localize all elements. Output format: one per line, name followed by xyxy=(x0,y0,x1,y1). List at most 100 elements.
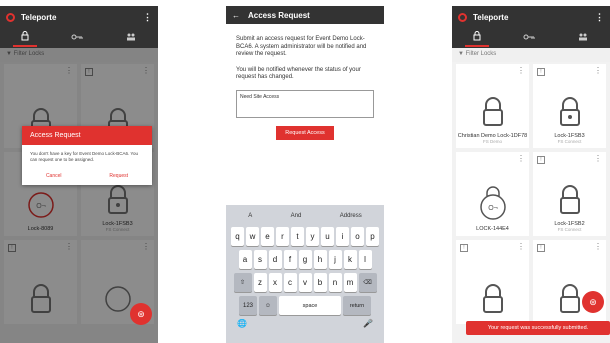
emoji-key[interactable]: ☺ xyxy=(259,296,277,315)
dialog-actions: Cancel Request xyxy=(22,169,152,185)
delete-key[interactable]: ⌫ xyxy=(358,273,377,292)
app-title: Teleporte xyxy=(473,12,509,22)
round-lock-icon: O¬ xyxy=(479,186,506,220)
microphone-icon[interactable]: 🎤 xyxy=(363,319,373,328)
key-row: a s d f g h j k l xyxy=(229,250,381,269)
lock-card[interactable]: ⋮ Christian Demo Lock-1DF78 FS Demo xyxy=(456,64,529,148)
key[interactable]: w xyxy=(246,227,259,246)
key[interactable]: r xyxy=(276,227,289,246)
teleporte-logo-icon xyxy=(458,12,467,22)
tab-users[interactable] xyxy=(117,31,145,45)
fab-button[interactable]: ⊛ xyxy=(130,303,152,325)
cancel-button[interactable]: Cancel xyxy=(46,173,62,179)
key[interactable]: b xyxy=(313,273,327,292)
users-icon xyxy=(579,33,587,41)
padlock-icon xyxy=(559,185,580,214)
screen-locks-after-submit: Teleporte ⋮ ▼ Filter Locks ⋮ Christian D… xyxy=(452,6,610,343)
fab-button[interactable]: ⊛ xyxy=(582,291,604,313)
key[interactable]: c xyxy=(283,273,297,292)
user-lock-icon: ⊛ xyxy=(137,309,145,319)
request-access-button[interactable]: Request Access xyxy=(276,125,334,140)
lock-card[interactable]: ! ⋮ Lock-1FSB3 FS Connect xyxy=(533,64,606,148)
key[interactable]: m xyxy=(343,273,357,292)
lock-subtitle: FS Demo xyxy=(482,139,502,144)
numbers-key[interactable]: 123 xyxy=(239,296,257,315)
space-key[interactable]: space xyxy=(279,296,341,315)
key[interactable]: f xyxy=(283,250,297,269)
key[interactable]: t xyxy=(291,227,304,246)
card-menu-icon[interactable]: ⋮ xyxy=(517,66,525,75)
key[interactable]: u xyxy=(321,227,334,246)
filter-locks-bar[interactable]: ▼ Filter Locks xyxy=(452,48,610,62)
screen-access-request-form: ← Access Request Submit an access reques… xyxy=(226,6,384,343)
tab-keys[interactable] xyxy=(63,31,91,45)
suggestion[interactable]: Address xyxy=(340,213,362,219)
key[interactable]: n xyxy=(328,273,342,292)
modal-overlay[interactable] xyxy=(0,48,158,343)
app-title: Teleporte xyxy=(21,12,57,22)
dialog-title: Access Request xyxy=(22,126,152,145)
padlock-icon xyxy=(559,284,580,313)
return-key[interactable]: return xyxy=(343,296,371,315)
card-menu-icon[interactable]: ⋮ xyxy=(594,242,602,251)
key[interactable]: o xyxy=(351,227,364,246)
key[interactable]: q xyxy=(231,227,244,246)
svg-text:O¬: O¬ xyxy=(488,205,498,212)
key[interactable]: g xyxy=(298,250,312,269)
overflow-menu-icon[interactable]: ⋮ xyxy=(595,12,604,23)
key[interactable]: a xyxy=(238,250,252,269)
key[interactable]: k xyxy=(343,250,357,269)
teleporte-logo-icon xyxy=(6,12,15,22)
lock-name: LOCK-144E4 xyxy=(476,226,509,232)
notification-paragraph: You will be notified whenever the status… xyxy=(236,66,361,81)
tab-locks[interactable] xyxy=(465,29,489,47)
tab-locks[interactable] xyxy=(13,29,37,47)
lock-card[interactable]: ! ⋮ xyxy=(456,240,529,324)
lock-subtitle: FS Connect xyxy=(557,227,582,232)
filter-placeholder: Filter Locks xyxy=(465,51,497,57)
key[interactable]: y xyxy=(306,227,319,246)
description-paragraph: Submit an access request for Event Demo … xyxy=(236,36,367,57)
dialog-body: You don't have a key for Event Demo Lock… xyxy=(30,151,139,162)
key[interactable]: e xyxy=(261,227,274,246)
lock-card[interactable]: ⋮ O¬ LOCK-144E4 xyxy=(456,152,529,236)
lock-icon xyxy=(473,31,481,41)
key[interactable]: p xyxy=(366,227,379,246)
request-reason-input[interactable]: Need Site Access xyxy=(236,89,374,118)
suggestion[interactable]: A xyxy=(248,213,252,219)
key[interactable]: s xyxy=(253,250,267,269)
tab-bar xyxy=(0,28,158,48)
globe-icon[interactable]: 🌐 xyxy=(237,319,247,328)
key-row: q w e r t y u i o p xyxy=(229,227,381,246)
card-menu-icon[interactable]: ⋮ xyxy=(517,154,525,163)
request-button[interactable]: Request xyxy=(109,173,128,179)
lock-card[interactable]: ! ⋮ Lock-1FSB2 FS Connect xyxy=(533,152,606,236)
lock-icon xyxy=(21,31,29,41)
tab-users[interactable] xyxy=(569,31,597,45)
key[interactable]: i xyxy=(336,227,349,246)
suggestion[interactable]: And xyxy=(291,213,302,219)
back-arrow-icon[interactable]: ← xyxy=(232,11,240,20)
card-menu-icon[interactable]: ⋮ xyxy=(594,154,602,163)
success-toast: Your request was successfully submitted. xyxy=(466,321,610,335)
key[interactable]: h xyxy=(313,250,327,269)
key-row: 123 ☺ space return xyxy=(229,296,381,315)
key[interactable]: j xyxy=(328,250,342,269)
shift-key[interactable]: ⇧ xyxy=(233,273,252,292)
key[interactable]: d xyxy=(268,250,282,269)
key[interactable]: v xyxy=(298,273,312,292)
card-menu-icon[interactable]: ⋮ xyxy=(594,66,602,75)
users-icon xyxy=(127,33,135,41)
key[interactable]: l xyxy=(358,250,372,269)
key[interactable]: x xyxy=(268,273,282,292)
on-screen-keyboard: A And Address q w e r t y u i o p a s d … xyxy=(226,205,384,343)
card-menu-icon[interactable]: ⋮ xyxy=(517,242,525,251)
screen-locks-with-dialog: Teleporte ⋮ ▼ Filter Locks ⋮ ! ⋮ ⋮ O¬ Lo… xyxy=(0,6,158,343)
key[interactable]: z xyxy=(253,273,267,292)
alert-flag-icon: ! xyxy=(537,68,545,76)
lock-subtitle: FS Connect xyxy=(557,139,582,144)
tab-keys[interactable] xyxy=(515,31,543,45)
app-bar: Teleporte ⋮ xyxy=(452,6,610,28)
request-description: Submit an access request for Event Demo … xyxy=(226,24,384,82)
overflow-menu-icon[interactable]: ⋮ xyxy=(143,12,152,23)
